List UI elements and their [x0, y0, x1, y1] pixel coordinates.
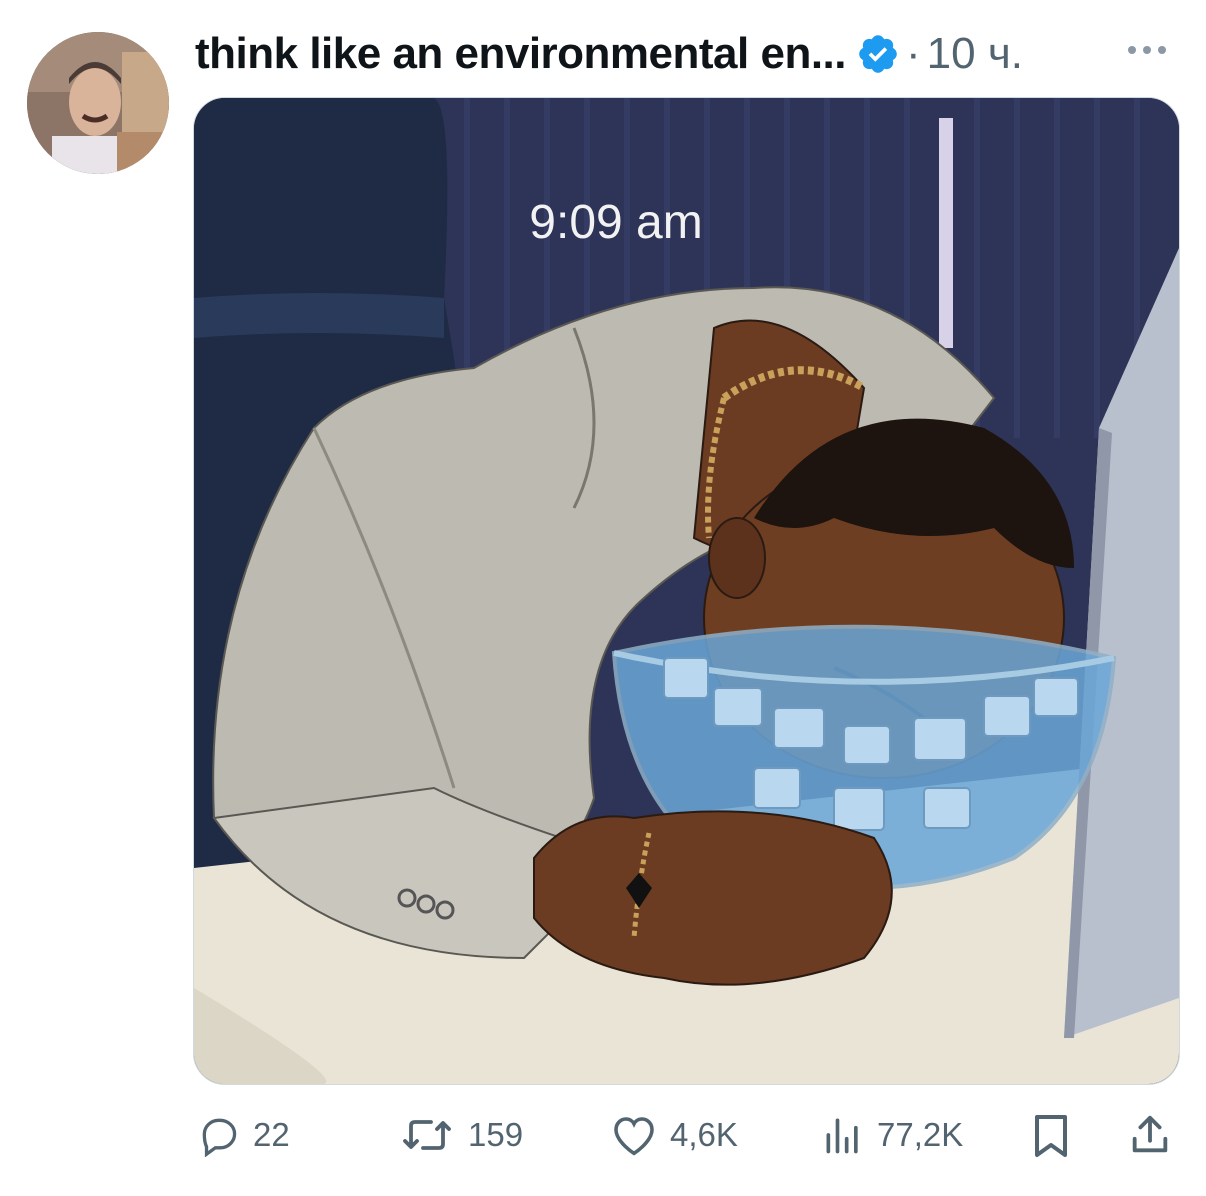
bookmark-icon — [1035, 1115, 1067, 1157]
views-button[interactable]: 77,2K — [821, 1105, 963, 1165]
reply-count: 22 — [253, 1116, 290, 1153]
like-button[interactable]: 4,6K — [610, 1105, 738, 1165]
avatar[interactable] — [27, 32, 169, 174]
reply-icon — [202, 1118, 237, 1157]
like-count: 4,6K — [670, 1116, 738, 1153]
bookmark-button[interactable] — [1029, 1105, 1073, 1165]
tweet-header: think like an environmental en... · 10 ч… — [195, 22, 1023, 86]
views-icon — [826, 1118, 858, 1154]
tweet-media[interactable]: 9:09 am — [193, 97, 1180, 1085]
views-count: 77,2K — [877, 1116, 964, 1153]
share-button[interactable] — [1127, 1105, 1173, 1165]
separator-dot: · — [906, 29, 921, 78]
avatar-image — [27, 32, 169, 174]
share-icon — [1132, 1115, 1168, 1153]
retweet-icon — [403, 1120, 451, 1150]
retweet-button[interactable]: 159 — [398, 1105, 523, 1165]
retweet-count: 159 — [468, 1116, 524, 1153]
timestamp[interactable]: 10 ч. — [927, 29, 1023, 79]
media-illustration: 9:09 am — [194, 98, 1179, 1084]
overlay-time-text: 9:09 am — [529, 196, 702, 249]
like-icon — [614, 1117, 654, 1156]
author-name[interactable]: think like an environmental en... — [195, 29, 847, 79]
verified-badge-icon — [856, 32, 900, 76]
tweet-actions: 22 159 4,6K 77,2K — [193, 1105, 1178, 1165]
reply-button[interactable]: 22 — [197, 1105, 290, 1165]
more-horizontal-icon[interactable] — [1128, 38, 1178, 62]
